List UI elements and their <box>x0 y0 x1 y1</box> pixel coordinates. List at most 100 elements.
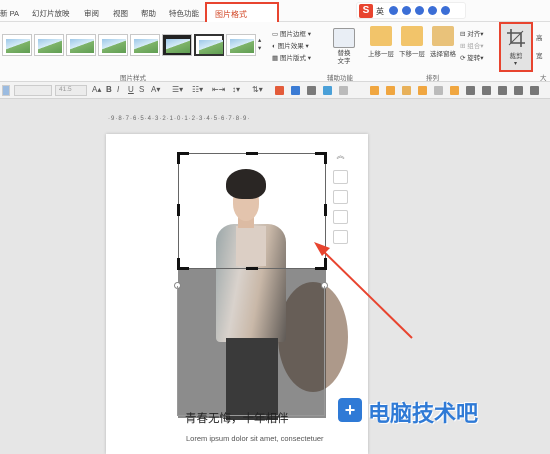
font-grow-icon[interactable]: A▴ <box>92 85 101 94</box>
watermark: + 电脑技术吧 <box>338 394 550 434</box>
ruler-scale: ·9·8·7·6·5·4·3·2·1·0·1·2·3·4·5·6·7·8·9· <box>108 116 251 122</box>
alt-text-button[interactable]: 替换文字 <box>333 28 355 66</box>
menu-item-view[interactable]: 视图 <box>113 8 128 19</box>
picture-layout-label: 图片版式 <box>279 55 306 62</box>
align-label: 对齐 <box>467 31 481 38</box>
arrange-group-label: 排列 <box>426 75 439 82</box>
toolbox-icon[interactable] <box>441 6 450 15</box>
bullets-icon[interactable]: ☰▾ <box>172 85 183 94</box>
underline-button[interactable]: U <box>128 85 134 94</box>
picture-border-label: 图片边框 <box>279 31 306 38</box>
quick-style-icon[interactable] <box>323 86 332 95</box>
picture-style-5[interactable] <box>130 34 160 56</box>
flip-mini-icon[interactable] <box>482 86 491 95</box>
menu-item-features[interactable]: 特色功能 <box>169 8 199 19</box>
picture-style-1[interactable] <box>2 34 32 56</box>
picture-style-7[interactable] <box>194 34 224 56</box>
size-mini-icon[interactable] <box>514 86 523 95</box>
font-color-icon[interactable]: A▾ <box>151 85 160 94</box>
crop-dropdown-icon[interactable]: ▾ <box>514 60 517 67</box>
send-backward-mini-icon[interactable] <box>386 86 395 95</box>
copy-quick-icon[interactable] <box>333 210 348 224</box>
gallery-scroll-icon[interactable]: ▴ ▾ <box>258 36 261 52</box>
align-mini-icon[interactable] <box>418 86 427 95</box>
crop-handle-bottom[interactable] <box>246 267 258 270</box>
tab-picture-format-label: 图片格式 <box>215 10 247 19</box>
crop-handle-right[interactable] <box>324 204 327 216</box>
group-label: 组合 <box>467 43 481 50</box>
arrange-icon[interactable] <box>339 86 348 95</box>
italic-button[interactable]: I <box>117 85 119 94</box>
emoji-icon[interactable] <box>389 6 398 15</box>
rotate-mini-icon[interactable] <box>450 86 459 95</box>
group-mini-icon[interactable] <box>434 86 443 95</box>
sogou-logo-icon: S <box>359 4 373 18</box>
crop-handle-top[interactable] <box>246 152 258 155</box>
tab-picture-format[interactable]: 图片格式 <box>205 2 279 22</box>
bring-forward-button[interactable]: 上移一层 <box>366 26 396 58</box>
crop-icon <box>507 29 525 47</box>
menu-bar: 新 PA 幻灯片放映 审阅 视图 帮助 特色功能 图片格式 S 英 <box>0 0 550 22</box>
crop-handle-bottom-left[interactable] <box>177 258 189 270</box>
menu-item-help[interactable]: 帮助 <box>141 8 156 19</box>
shape-outline-icon[interactable] <box>291 86 300 95</box>
bring-forward-mini-icon[interactable] <box>370 86 379 95</box>
collapse-icon[interactable]: ︽ <box>333 150 348 164</box>
layer-quick-icon[interactable] <box>333 190 348 204</box>
more-mini-icon[interactable] <box>530 86 539 95</box>
menu-item-slideshow[interactable]: 幻灯片放映 <box>32 8 70 19</box>
watermark-logo-icon: + <box>338 398 362 422</box>
crop-mini-icon[interactable] <box>498 86 507 95</box>
slide-subtitle-text[interactable]: Lorem ipsum dolor sit amet, consectetuer <box>186 434 324 443</box>
selection-mini-icon[interactable] <box>402 86 411 95</box>
align-button[interactable]: ⊟ 对齐▾ <box>460 28 484 38</box>
selection-pane-button[interactable]: 选择窗格 <box>428 26 458 58</box>
picture-layout-button[interactable]: ▦ 图片版式 ▾ <box>272 52 311 62</box>
send-backward-icon <box>401 26 423 46</box>
keyboard-icon[interactable] <box>415 6 424 15</box>
picture-effects-label: 图片效果 <box>277 43 304 50</box>
crop-label: 裁剪 <box>509 53 523 60</box>
menu-item-pa[interactable]: 新 PA <box>0 8 19 19</box>
mini-toolbar-icon[interactable] <box>2 85 10 96</box>
rotate-button[interactable]: ⟳ 旋转▾ <box>460 52 484 62</box>
font-name-dropdown[interactable] <box>14 85 52 96</box>
text-shadow-button[interactable]: S <box>139 85 144 94</box>
shape-effects-icon[interactable] <box>307 86 316 95</box>
crop-handle-left[interactable] <box>177 204 180 216</box>
numbering-icon[interactable]: ☷▾ <box>192 85 203 94</box>
crop-handle-top-right[interactable] <box>315 152 327 164</box>
skin-icon[interactable] <box>428 6 437 15</box>
picture-effects-button[interactable]: ◐ 图片效果 ▾ <box>272 40 309 50</box>
picture-style-2[interactable] <box>34 34 64 56</box>
picture-style-8[interactable] <box>226 34 256 56</box>
picture-style-3[interactable] <box>66 34 96 56</box>
indent-icon[interactable]: ⇤⇥ <box>212 85 225 94</box>
ribbon: ▴ ▾ 图片样式 ▭ 图片边框 ▾ ◐ 图片效果 ▾ ▦ 图片版式 ▾ 替换文字 … <box>0 22 550 82</box>
resize-handle-left[interactable] <box>174 282 181 289</box>
shape-fill-icon[interactable] <box>275 86 284 95</box>
send-backward-label: 下移一层 <box>399 51 425 58</box>
alt-text-label: 替换文字 <box>337 50 351 65</box>
distribute-mini-icon[interactable] <box>466 86 475 95</box>
voice-icon[interactable] <box>402 6 411 15</box>
picture-border-button[interactable]: ▭ 图片边框 ▾ <box>272 28 311 38</box>
menu-item-review[interactable]: 审阅 <box>84 8 99 19</box>
accessibility-group-label: 辅助功能 <box>327 75 353 82</box>
picture-style-4[interactable] <box>98 34 128 56</box>
picture-style-6[interactable] <box>162 34 192 56</box>
slide-title-text[interactable]: 青春无悔，十年相伴 <box>185 410 289 426</box>
bring-forward-label: 上移一层 <box>368 51 394 58</box>
bold-button[interactable]: B <box>106 85 112 94</box>
font-size-dropdown[interactable]: 41.5 <box>55 85 87 96</box>
ime-lang-toggle[interactable]: 英 <box>376 6 384 17</box>
crop-quick-icon[interactable] <box>333 170 348 184</box>
format-toolbar: 41.5 A▴ B I U S A▾ ☰▾ ☷▾ ⇤⇥ ↕▾ ⇅▾ <box>0 82 550 99</box>
text-direction-icon[interactable]: ⇅▾ <box>252 85 263 94</box>
group-button[interactable]: ⊞ 组合▾ <box>460 40 484 50</box>
line-spacing-icon[interactable]: ↕▾ <box>232 85 240 94</box>
crop-button[interactable]: 裁剪 ▾ <box>499 22 533 72</box>
send-backward-button[interactable]: 下移一层 <box>397 26 427 58</box>
crop-handle-top-left[interactable] <box>177 152 189 164</box>
selection-pane-icon <box>432 26 454 46</box>
